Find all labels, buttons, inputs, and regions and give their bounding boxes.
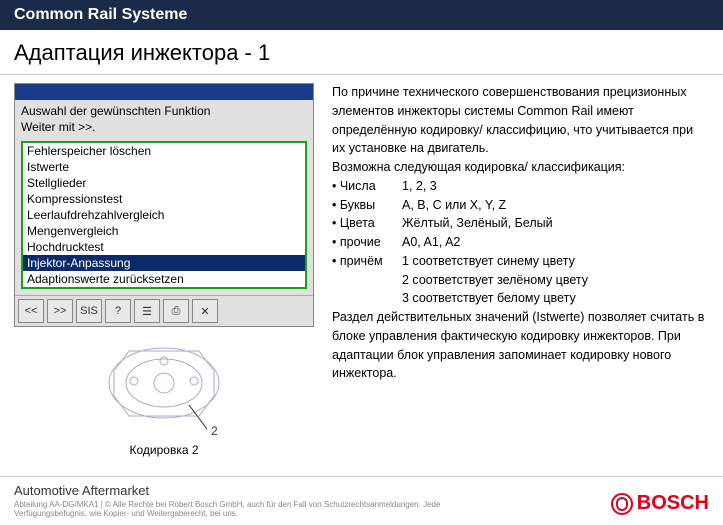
list-item[interactable]: Stellglieder bbox=[23, 175, 305, 191]
list-item[interactable]: Hochdrucktest bbox=[23, 239, 305, 255]
content: Auswahl der gewünschten Funktion Weiter … bbox=[0, 83, 723, 457]
toolbar-button[interactable]: << bbox=[18, 299, 44, 323]
bullet-value: 3 соответствует белому цвету bbox=[402, 289, 709, 308]
window-toolbar: <<>>SIS?☰⎙✕ bbox=[15, 295, 313, 326]
bosch-logo-text: BOSCH bbox=[637, 492, 709, 515]
bullet-value: 1 соответствует синему цвету bbox=[402, 252, 709, 271]
header-bar: Common Rail Systeme bbox=[0, 0, 723, 30]
bullet-key: • прочие bbox=[332, 233, 402, 252]
list-item[interactable]: Leerlaufdrehzahlvergleich bbox=[23, 207, 305, 223]
selection-header-line1: Auswahl der gewünschten Funktion bbox=[21, 104, 307, 120]
list-item[interactable]: Injektor-Anpassung bbox=[23, 255, 305, 271]
bullet-key bbox=[332, 271, 402, 290]
bullet-key: • причём bbox=[332, 252, 402, 271]
diagram-label: Кодировка 2 bbox=[14, 443, 314, 457]
selection-window: Auswahl der gewünschten Funktion Weiter … bbox=[14, 83, 314, 327]
diagram-callout: 2 bbox=[211, 424, 218, 438]
selection-header: Auswahl der gewünschten Funktion Weiter … bbox=[15, 100, 313, 137]
list-item[interactable]: Kompressionstest bbox=[23, 191, 305, 207]
bullet-key: • Цвета bbox=[332, 214, 402, 233]
selection-header-line2: Weiter mit >>. bbox=[21, 120, 307, 136]
toolbar-button[interactable]: ✕ bbox=[192, 299, 218, 323]
body-p2: Возможна следующая кодировка/ классифика… bbox=[332, 158, 709, 177]
bullet-key bbox=[332, 289, 402, 308]
injector-diagram: 2 Кодировка 2 bbox=[14, 341, 314, 457]
body-p3: Раздел действительных значений (Istwerte… bbox=[332, 308, 709, 383]
list-item[interactable]: Mengenvergleich bbox=[23, 223, 305, 239]
toolbar-button[interactable]: ☰ bbox=[134, 299, 160, 323]
toolbar-button[interactable]: >> bbox=[47, 299, 73, 323]
toolbar-button[interactable]: SIS bbox=[76, 299, 102, 323]
bullet-value: 1, 2, 3 bbox=[402, 177, 709, 196]
footer: Automotive Aftermarket Abteilung AA-DG/M… bbox=[0, 476, 723, 525]
bullet-grid: • Числа1, 2, 3• БуквыA, B, C или X, Y, Z… bbox=[332, 177, 709, 308]
bullet-value: A0, A1, A2 bbox=[402, 233, 709, 252]
bullet-key: • Числа bbox=[332, 177, 402, 196]
bullet-value: Жёлтый, Зелёный, Белый bbox=[402, 214, 709, 233]
toolbar-button[interactable]: ? bbox=[105, 299, 131, 323]
list-item[interactable]: Fehlerspeicher löschen bbox=[23, 143, 305, 159]
list-item[interactable]: Istwerte bbox=[23, 159, 305, 175]
left-column: Auswahl der gewünschten Funktion Weiter … bbox=[14, 83, 314, 457]
right-column: По причине технического совершенствовани… bbox=[314, 83, 709, 457]
function-listbox[interactable]: Fehlerspeicher löschenIstwerteStellglied… bbox=[21, 141, 307, 289]
bullet-value: A, B, C или X, Y, Z bbox=[402, 196, 709, 215]
footer-copyright: Abteilung AA-DG/MKA1 | © Alle Rechte bei… bbox=[14, 500, 514, 519]
toolbar-button[interactable]: ⎙ bbox=[163, 299, 189, 323]
list-item[interactable]: Adaptionswerte zurücksetzen bbox=[23, 271, 305, 287]
footer-brand: Automotive Aftermarket bbox=[14, 483, 709, 498]
body-p1: По причине технического совершенствовани… bbox=[332, 83, 709, 158]
bosch-logo: BOSCH bbox=[611, 492, 709, 515]
bullet-key: • Буквы bbox=[332, 196, 402, 215]
window-titlebar bbox=[15, 84, 313, 100]
page-title: Адаптация инжектора - 1 bbox=[0, 30, 723, 75]
bullet-value: 2 соответствует зелёному цвету bbox=[402, 271, 709, 290]
